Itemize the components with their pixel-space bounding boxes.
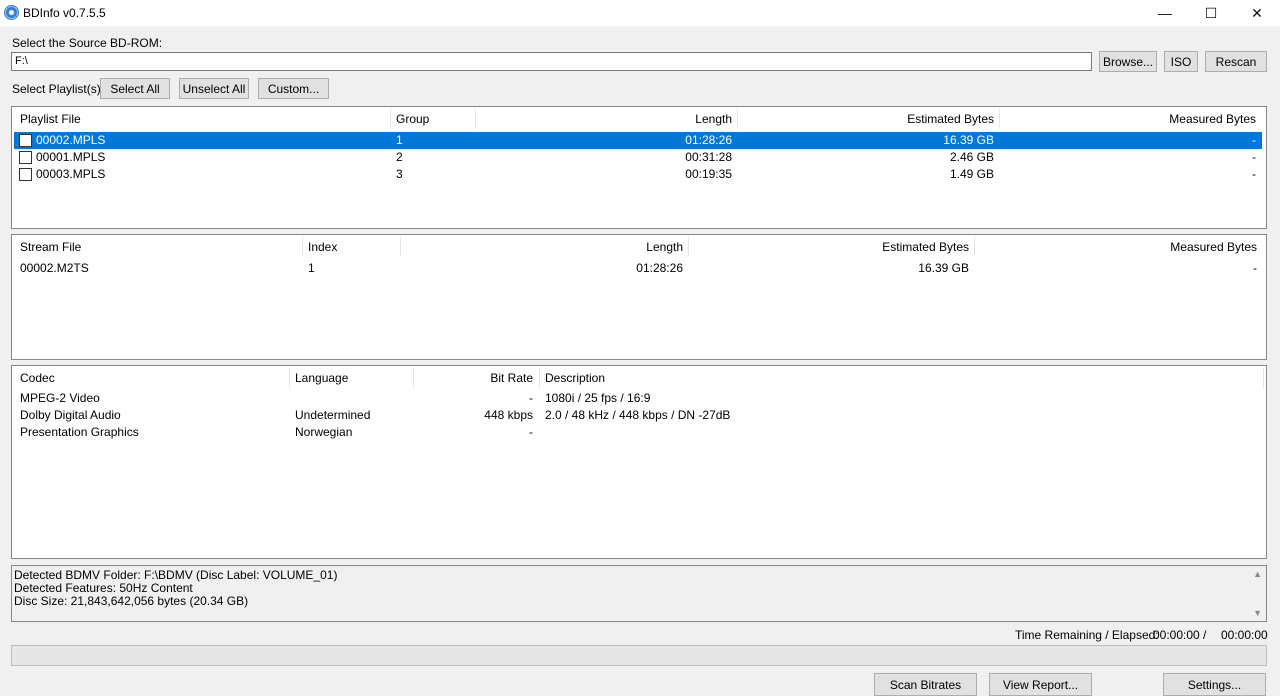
view-report-button[interactable]: View Report... — [989, 673, 1092, 696]
select-playlists-label: Select Playlist(s): — [12, 82, 105, 96]
playlist-checkbox[interactable] — [19, 151, 32, 164]
rescan-button[interactable]: Rescan — [1205, 51, 1267, 72]
scan-progress-bar — [11, 645, 1267, 666]
codec-language: Undetermined — [295, 408, 371, 422]
column-header-stream-estimated-bytes[interactable]: Estimated Bytes — [712, 235, 969, 259]
codec-row[interactable]: Dolby Digital Audio Undetermined 448 kbps 2… — [14, 407, 1262, 424]
column-header-stream-measured-bytes[interactable]: Measured Bytes — [1002, 235, 1257, 259]
scroll-down-icon[interactable]: ▼ — [1253, 608, 1262, 618]
playlist-length: 00:31:28 — [685, 150, 732, 164]
source-path-input[interactable]: F:\ — [11, 52, 1092, 71]
title-bar — [0, 0, 1280, 26]
time-elapsed-value: 00:00:00 — [1221, 628, 1268, 642]
disc-icon — [4, 5, 19, 20]
playlist-checkbox[interactable] — [19, 134, 32, 147]
playlist-length: 00:19:35 — [685, 167, 732, 181]
playlist-row[interactable]: 00003.MPLS 3 00:19:35 1.49 GB - — [14, 166, 1262, 183]
unselect-all-button[interactable]: Unselect All — [179, 78, 249, 99]
settings-button[interactable]: Settings... — [1163, 673, 1266, 696]
playlist-file: 00003.MPLS — [36, 167, 106, 181]
stream-list[interactable]: Stream File Index Length Estimated Bytes… — [11, 234, 1267, 360]
playlist-estimated-bytes: 2.46 GB — [949, 150, 994, 164]
info-line-bdmv-folder: Detected BDMV Folder: F:\BDMV (Disc Labe… — [14, 568, 338, 582]
column-header-index[interactable]: Index — [308, 235, 337, 259]
info-line-disc-size: Disc Size: 21,843,642,056 bytes (20.34 G… — [14, 594, 249, 608]
codec-name: Dolby Digital Audio — [20, 408, 121, 422]
column-header-measured-bytes[interactable]: Measured Bytes — [1004, 107, 1256, 131]
codec-description: 2.0 / 48 kHz / 448 kbps / DN -27dB — [545, 408, 731, 422]
disc-info-textbox[interactable]: Detected BDMV Folder: F:\BDMV (Disc Labe… — [11, 565, 1267, 622]
playlist-measured-bytes: - — [1252, 167, 1256, 181]
select-all-button[interactable]: Select All — [100, 78, 170, 99]
stream-estimated-bytes: 16.39 GB — [918, 261, 969, 275]
codec-language: Norwegian — [295, 425, 353, 439]
scan-bitrates-button[interactable]: Scan Bitrates — [874, 673, 977, 696]
iso-button[interactable]: ISO — [1164, 51, 1198, 72]
codec-list-header: Codec Language Bit Rate Description — [12, 366, 1266, 390]
playlist-row[interactable]: 00001.MPLS 2 00:31:28 2.46 GB - — [14, 149, 1262, 166]
column-header-group[interactable]: Group — [396, 107, 429, 131]
stream-length: 01:28:26 — [636, 261, 683, 275]
close-button[interactable]: ✕ — [1234, 0, 1280, 26]
column-header-playlist-file[interactable]: Playlist File — [20, 107, 81, 131]
stream-row[interactable]: 00002.M2TS 1 01:28:26 16.39 GB - — [14, 260, 1262, 277]
time-separator: / — [1203, 628, 1207, 642]
playlist-list-header: Playlist File Group Length Estimated Byt… — [12, 107, 1266, 131]
stream-index: 1 — [308, 261, 315, 275]
info-line-features: Detected Features: 50Hz Content — [14, 581, 193, 595]
custom-button[interactable]: Custom... — [258, 78, 329, 99]
codec-name: MPEG-2 Video — [20, 391, 100, 405]
playlist-group: 1 — [396, 133, 403, 147]
column-header-estimated-bytes[interactable]: Estimated Bytes — [742, 107, 994, 131]
codec-row[interactable]: Presentation Graphics Norwegian - — [14, 424, 1262, 441]
column-header-stream-file[interactable]: Stream File — [20, 235, 81, 259]
playlist-list[interactable]: Playlist File Group Length Estimated Byt… — [11, 106, 1267, 229]
playlist-measured-bytes: - — [1252, 150, 1256, 164]
column-header-bit-rate[interactable]: Bit Rate — [432, 366, 533, 390]
playlist-measured-bytes: - — [1252, 133, 1256, 147]
playlist-group: 3 — [396, 167, 403, 181]
playlist-estimated-bytes: 1.49 GB — [949, 167, 994, 181]
minimize-button[interactable]: — — [1142, 0, 1188, 26]
stream-file: 00002.M2TS — [20, 261, 89, 275]
stream-measured-bytes: - — [1253, 261, 1257, 275]
codec-name: Presentation Graphics — [20, 425, 139, 439]
column-header-length[interactable]: Length — [482, 107, 732, 131]
column-header-stream-length[interactable]: Length — [432, 235, 683, 259]
column-header-description[interactable]: Description — [545, 366, 605, 390]
playlist-estimated-bytes: 16.39 GB — [943, 133, 994, 147]
codec-row[interactable]: MPEG-2 Video -1080i / 25 fps / 16:9 — [14, 390, 1262, 407]
stream-list-header: Stream File Index Length Estimated Bytes… — [12, 235, 1266, 259]
playlist-row[interactable]: 00002.MPLS 1 01:28:26 16.39 GB - — [14, 132, 1262, 149]
playlist-group: 2 — [396, 150, 403, 164]
playlist-length: 01:28:26 — [685, 133, 732, 147]
codec-bit-rate: - — [529, 425, 533, 439]
scroll-up-icon[interactable]: ▲ — [1253, 569, 1262, 579]
column-header-language[interactable]: Language — [295, 366, 348, 390]
window-title: BDInfo v0.7.5.5 — [23, 6, 106, 20]
playlist-file: 00001.MPLS — [36, 150, 106, 164]
source-label: Select the Source BD-ROM: — [12, 36, 163, 50]
codec-bit-rate: 448 kbps — [484, 408, 533, 422]
column-header-codec[interactable]: Codec — [20, 366, 55, 390]
codec-description: 1080i / 25 fps / 16:9 — [545, 391, 651, 405]
time-remaining-value: 00:00:00 — [1153, 628, 1200, 642]
maximize-button[interactable]: ☐ — [1188, 0, 1234, 26]
playlist-checkbox[interactable] — [19, 168, 32, 181]
codec-list[interactable]: Codec Language Bit Rate Description MPEG… — [11, 365, 1267, 559]
browse-button[interactable]: Browse... — [1099, 51, 1157, 72]
codec-bit-rate: - — [529, 391, 533, 405]
playlist-file: 00002.MPLS — [36, 133, 106, 147]
time-remaining-label: Time Remaining / Elapsed: — [1015, 628, 1159, 642]
